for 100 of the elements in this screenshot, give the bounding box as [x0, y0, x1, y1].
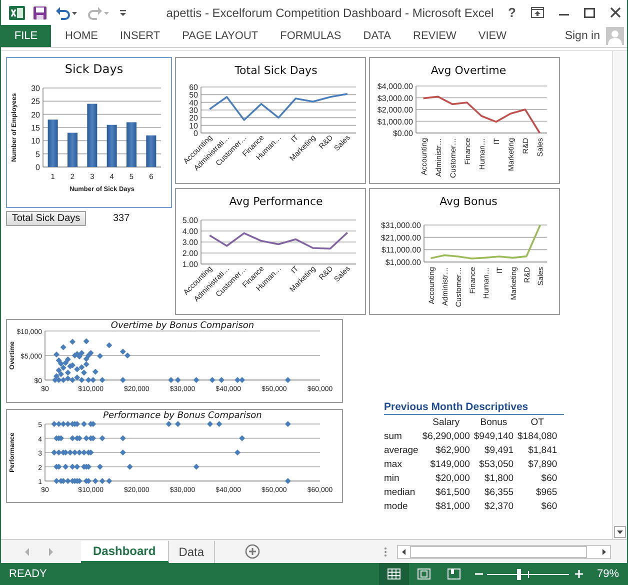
sheet-tab[interactable]: Dashboard: [81, 540, 169, 562]
data-point: [193, 377, 200, 383]
zoom-level-text: 79%: [596, 568, 619, 580]
maximize-icon[interactable]: [584, 8, 595, 18]
axis-tick-label: 5: [36, 150, 40, 159]
bar: [106, 124, 117, 167]
data-point: [207, 421, 213, 427]
axis-tick-label: 0: [194, 129, 198, 138]
chart-title: Performance by Bonus Comparison: [103, 411, 262, 421]
axis-tick-label: 5.00: [182, 216, 198, 225]
spreadsheet-app-icon[interactable]: [9, 4, 25, 20]
total-sick-days-button[interactable]: Total Sick Days: [6, 211, 86, 226]
add-sheet-icon[interactable]: [245, 544, 260, 559]
axis-tick-label: $0.00: [392, 129, 413, 138]
table-cell: $60: [514, 500, 558, 514]
row-label: average: [384, 444, 418, 458]
chart-title: Overtime by Bonus Comparison: [110, 321, 254, 331]
bar: [87, 104, 98, 167]
data-point: [234, 450, 240, 456]
axis-tick-label: $1,000.00: [377, 117, 413, 126]
column-header: OT: [530, 416, 545, 430]
table-cell: $7,890: [514, 458, 558, 472]
zoom-out-icon[interactable]: [474, 570, 483, 578]
data-point: [216, 421, 222, 427]
page-break-icon[interactable]: [446, 568, 461, 580]
zoom-slider-thumb[interactable]: [516, 568, 521, 580]
ribbon-tab[interactable]: PAGE LAYOUT: [171, 25, 270, 47]
row-label: sum: [384, 430, 403, 444]
chart-title: Avg Bonus: [440, 195, 498, 208]
table-cell-text: $149,000: [429, 458, 470, 472]
table-cell-text: $62,900: [434, 444, 470, 458]
chart-title: Avg Overtime: [430, 64, 506, 77]
data-point: [218, 377, 224, 383]
zoom-in-icon[interactable]: [574, 570, 583, 578]
ribbon-tab[interactable]: INSERT: [109, 25, 172, 47]
bar: [146, 135, 156, 167]
table-cell: $1,800: [470, 472, 514, 486]
table-cell: $53,050: [470, 458, 514, 472]
splitter-handle-icon[interactable]: [384, 546, 387, 556]
data-point: [120, 435, 126, 442]
column-header: Salary: [432, 416, 461, 430]
chart-title: Avg Performance: [229, 195, 323, 208]
data-point: [99, 435, 106, 442]
row-label: mode: [384, 500, 409, 514]
axis-tick-label: 60: [189, 83, 198, 92]
row-label: max: [384, 458, 403, 472]
axis-tick-label: 2.00: [182, 249, 198, 258]
page-layout-icon[interactable]: [416, 568, 431, 580]
axis-tick-label: 40: [189, 98, 198, 108]
zoom-slider[interactable]: [486, 568, 569, 580]
axis-tick-label: 30: [189, 106, 198, 115]
table-cell: $2,370: [470, 500, 514, 514]
close-icon[interactable]: [610, 7, 621, 18]
data-point: [193, 464, 200, 470]
undo-icon[interactable]: [55, 6, 79, 20]
data-point: [106, 342, 112, 348]
chart-title: Sick Days: [64, 62, 124, 76]
data-point: [120, 377, 126, 383]
horizontal-scrollbar[interactable]: [397, 544, 611, 558]
data-point: [284, 478, 291, 484]
normal-view-button[interactable]: [378, 563, 409, 585]
total-value: 337: [113, 213, 130, 224]
axis-tick-label: 0: [36, 163, 40, 172]
bar: [126, 122, 136, 167]
table-title: Previous Month Descriptives: [384, 401, 564, 415]
ribbon-tab[interactable]: FORMULAS: [269, 25, 352, 47]
status-text: READY: [9, 568, 47, 580]
table-cell: $949,140: [470, 430, 514, 444]
axis-tick-label: 25: [31, 97, 40, 106]
data-point: [174, 421, 181, 427]
ribbon-tab[interactable]: REVIEW: [402, 25, 468, 47]
axis-tick-label: $2,000.00: [377, 106, 413, 114]
table-cell: $1,841: [514, 444, 558, 458]
data-point: [126, 464, 133, 470]
axis-tick-label: 20: [189, 114, 198, 123]
axis-tick-label: 10: [31, 136, 40, 146]
grid-icon[interactable]: [386, 568, 401, 580]
ribbon-tab[interactable]: HOME: [54, 25, 109, 47]
axis-tick-label: 20: [31, 110, 40, 120]
scroll-thumb[interactable]: [410, 546, 587, 558]
data-point: [97, 464, 103, 470]
table-cell: $965: [514, 486, 558, 500]
table-cell-text: $6,290,000: [421, 430, 470, 444]
table-cell-text: $81,000: [434, 500, 470, 514]
customize-toolbar-icon[interactable]: [119, 8, 127, 18]
help-button[interactable]: ?: [508, 5, 516, 20]
row-label: median: [384, 486, 416, 500]
sign-in-link[interactable]: Sign in: [558, 25, 606, 47]
data-point: [239, 435, 246, 442]
data-point: [284, 377, 291, 383]
axis-tick-label: $1,000.00: [385, 258, 421, 267]
ribbon-tab[interactable]: DATA: [352, 25, 402, 47]
data-point: [120, 450, 126, 456]
save-icon[interactable]: [33, 6, 47, 20]
ribbon-tab[interactable]: VIEW: [467, 25, 518, 47]
table-cell: $6,355: [470, 486, 514, 500]
scroll-down-icon[interactable]: [614, 526, 626, 538]
table-cell: $60: [514, 472, 558, 486]
ribbon-display-icon[interactable]: [531, 7, 544, 18]
axis-tick-label: 15: [31, 124, 40, 132]
